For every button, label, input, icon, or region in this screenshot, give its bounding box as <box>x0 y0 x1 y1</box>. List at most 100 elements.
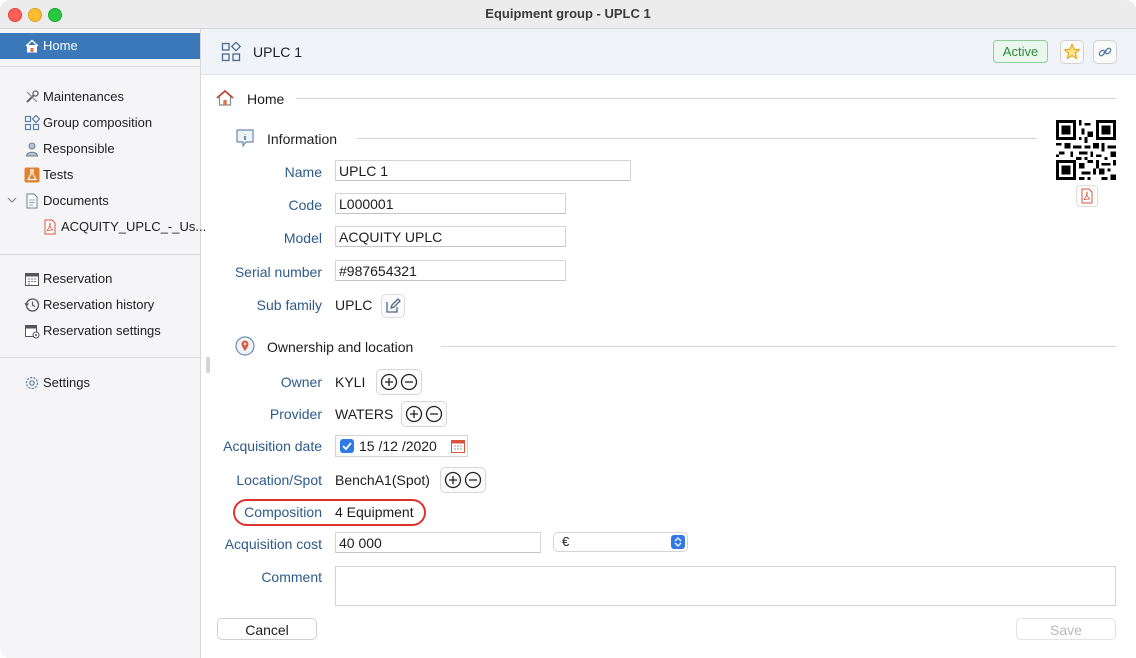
person-icon <box>25 142 39 157</box>
sidebar-item-label: Reservation settings <box>43 323 161 338</box>
divider <box>296 98 1116 99</box>
sidebar-item-label: Reservation <box>43 271 113 286</box>
sidebar-item-label: Tests <box>43 167 74 182</box>
breadcrumb: Home <box>247 91 285 107</box>
divider <box>0 254 200 255</box>
owner-value: KYLI <box>335 374 366 390</box>
home-icon <box>216 89 234 106</box>
model-field[interactable]: ACQUITY UPLC <box>335 226 566 247</box>
plus-circle-icon[interactable] <box>444 471 462 489</box>
favorite-button[interactable] <box>1060 40 1084 64</box>
edit-sub-family-button[interactable] <box>381 294 405 318</box>
sidebar-item-home[interactable]: Home <box>0 33 200 59</box>
calendar-settings-icon <box>25 325 40 339</box>
minus-circle-icon[interactable] <box>400 373 418 391</box>
acquisition-cost-label: Acquisition cost <box>224 536 322 552</box>
sub-family-label: Sub family <box>256 297 322 313</box>
group-grid-icon <box>24 115 40 131</box>
export-pdf-button[interactable] <box>1076 185 1098 207</box>
acquisition-cost-field[interactable]: 40 000 <box>335 532 541 553</box>
window-title: Equipment group - UPLC 1 <box>485 6 651 21</box>
minus-circle-icon[interactable] <box>425 405 443 423</box>
link-icon <box>1098 47 1112 57</box>
calendar-icon <box>25 273 39 286</box>
plus-circle-icon[interactable] <box>405 405 423 423</box>
location-add-remove <box>440 467 486 493</box>
status-badge: Active <box>993 40 1048 63</box>
flask-icon <box>24 167 40 183</box>
comment-field[interactable] <box>335 566 1116 606</box>
sidebar-item-tests[interactable]: Tests <box>0 163 200 187</box>
divider <box>357 138 1037 139</box>
calendar-icon[interactable] <box>450 438 466 454</box>
provider-value: WATERS <box>335 406 394 422</box>
owner-label: Owner <box>280 374 322 390</box>
provider-label: Provider <box>269 406 322 422</box>
sidebar-item-reservation-history[interactable]: Reservation history <box>0 293 200 317</box>
home-icon <box>25 39 39 53</box>
divider <box>0 357 200 358</box>
cancel-button[interactable]: Cancel <box>217 618 317 640</box>
acquisition-date-label: Acquisition date <box>223 438 322 454</box>
sidebar-item-responsible[interactable]: Responsible <box>0 137 200 161</box>
chevron-down-icon[interactable] <box>6 194 18 206</box>
divider <box>441 346 1116 347</box>
page-title: UPLC 1 <box>253 44 303 60</box>
sidebar-item-maintenances[interactable]: Maintenances <box>0 85 200 109</box>
star-icon <box>1063 43 1081 60</box>
currency-value: € <box>562 534 570 549</box>
title-bar: Equipment group - UPLC 1 <box>0 0 1136 29</box>
minus-circle-icon[interactable] <box>464 471 482 489</box>
main-content: Home Information Name UPLC 1 Code L00000… <box>201 75 1136 658</box>
link-button[interactable] <box>1093 40 1117 64</box>
sidebar-item-label: Documents <box>43 193 109 208</box>
group-grid-icon <box>221 42 241 62</box>
sidebar-item-label: Settings <box>43 375 90 390</box>
sidebar-item-settings[interactable]: Settings <box>0 371 200 395</box>
sidebar-item-reservation[interactable]: Reservation <box>0 267 200 291</box>
provider-add-remove <box>401 401 447 427</box>
select-arrows-icon <box>671 535 685 549</box>
sidebar-item-documents[interactable]: Documents <box>0 189 200 213</box>
sub-family-value: UPLC <box>335 297 373 313</box>
currency-select[interactable]: € <box>553 532 688 552</box>
section-title-ownership: Ownership and location <box>267 339 414 355</box>
info-icon <box>236 129 254 148</box>
save-button[interactable]: Save <box>1016 618 1116 640</box>
serial-number-field[interactable]: #987654321 <box>335 260 566 281</box>
acquisition-date-value: 15 /12 /2020 <box>359 438 437 454</box>
pdf-icon <box>1081 188 1093 204</box>
location-pin-icon <box>235 336 255 356</box>
app-window: Equipment group - UPLC 1 Home Maintenanc… <box>0 0 1136 658</box>
sidebar: Home Maintenances Group composition Resp… <box>0 29 206 658</box>
document-icon <box>26 193 38 209</box>
code-label: Code <box>288 197 322 213</box>
edit-icon <box>386 298 401 313</box>
qr-code[interactable] <box>1056 120 1116 180</box>
location-label: Location/Spot <box>236 472 322 488</box>
divider <box>0 66 200 67</box>
code-field[interactable]: L000001 <box>335 193 566 214</box>
acquisition-date-field[interactable]: 15 /12 /2020 <box>335 435 468 457</box>
section-title-information: Information <box>267 131 338 147</box>
checkbox-checked-icon[interactable] <box>340 439 354 453</box>
composition-value[interactable]: 4 Equipment <box>335 504 414 520</box>
sidebar-item-label: Home <box>43 38 78 53</box>
sidebar-item-document-file[interactable]: ACQUITY_UPLC_-_Us... <box>0 215 206 239</box>
model-label: Model <box>283 230 322 246</box>
tools-icon <box>26 90 39 103</box>
gear-icon <box>25 376 39 390</box>
sidebar-item-label: Maintenances <box>43 89 124 104</box>
sidebar-item-label: Group composition <box>43 115 153 130</box>
history-icon <box>24 298 40 312</box>
sidebar-item-group-composition[interactable]: Group composition <box>0 111 200 135</box>
location-value: BenchA1(Spot) <box>335 472 430 488</box>
name-field[interactable]: UPLC 1 <box>335 160 631 181</box>
serial-number-label: Serial number <box>234 264 322 280</box>
comment-label: Comment <box>261 569 322 585</box>
content-header: UPLC 1 Active <box>201 29 1136 75</box>
sidebar-item-reservation-settings[interactable]: Reservation settings <box>0 319 200 343</box>
plus-circle-icon[interactable] <box>380 373 398 391</box>
sidebar-item-label: ACQUITY_UPLC_-_Us... <box>61 219 207 234</box>
composition-label: Composition <box>244 504 322 520</box>
